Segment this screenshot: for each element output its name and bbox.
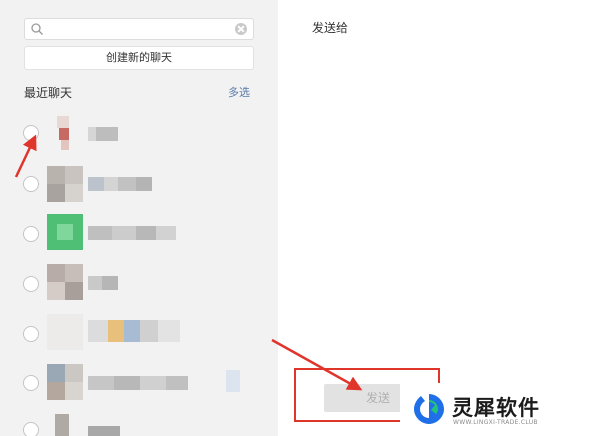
contact-name-blurred	[88, 376, 192, 390]
multi-select-link[interactable]: 多选	[228, 84, 250, 100]
select-radio[interactable]	[23, 276, 39, 292]
brand-logo-icon	[414, 394, 444, 424]
select-radio[interactable]	[23, 326, 39, 342]
chat-list-item[interactable]	[0, 164, 278, 204]
search-input[interactable]	[47, 21, 227, 37]
select-radio[interactable]	[23, 422, 39, 436]
contact-name-blurred	[88, 426, 122, 436]
chat-list-item[interactable]	[0, 264, 278, 304]
send-to-panel	[278, 0, 600, 436]
select-radio[interactable]	[23, 125, 39, 141]
contact-name-blurred	[88, 276, 120, 290]
contact-name-blurred	[88, 177, 154, 191]
chat-list-item[interactable]	[0, 214, 278, 254]
watermark-title: 灵犀软件	[452, 396, 540, 420]
new-chat-button[interactable]: 创建新的聊天	[24, 46, 254, 70]
contact-name-blurred	[88, 226, 178, 240]
select-radio[interactable]	[23, 226, 39, 242]
avatar	[47, 364, 83, 400]
select-radio[interactable]	[23, 176, 39, 192]
contact-name-blurred	[88, 320, 192, 342]
avatar	[47, 314, 83, 350]
recent-chats-heading: 最近聊天	[24, 86, 73, 100]
avatar	[47, 214, 83, 250]
chat-list-item[interactable]	[0, 364, 278, 404]
search-icon	[31, 23, 43, 35]
chat-list-item[interactable]	[0, 114, 278, 154]
chat-list-item[interactable]	[0, 314, 278, 354]
send-to-label: 发送给	[312, 21, 349, 35]
chat-list-item[interactable]	[0, 412, 278, 436]
avatar	[47, 414, 83, 436]
watermark: 灵犀软件 WWW.LINGXI-TRADE.CLUB	[400, 383, 600, 436]
watermark-subtitle: WWW.LINGXI-TRADE.CLUB	[453, 419, 538, 426]
avatar	[47, 264, 83, 300]
blurred-icon	[226, 370, 240, 392]
avatar	[47, 166, 83, 202]
clear-icon[interactable]	[235, 23, 247, 35]
select-radio[interactable]	[23, 375, 39, 391]
avatar	[47, 114, 83, 150]
contact-name-blurred	[88, 127, 122, 141]
search-box[interactable]	[24, 18, 254, 40]
